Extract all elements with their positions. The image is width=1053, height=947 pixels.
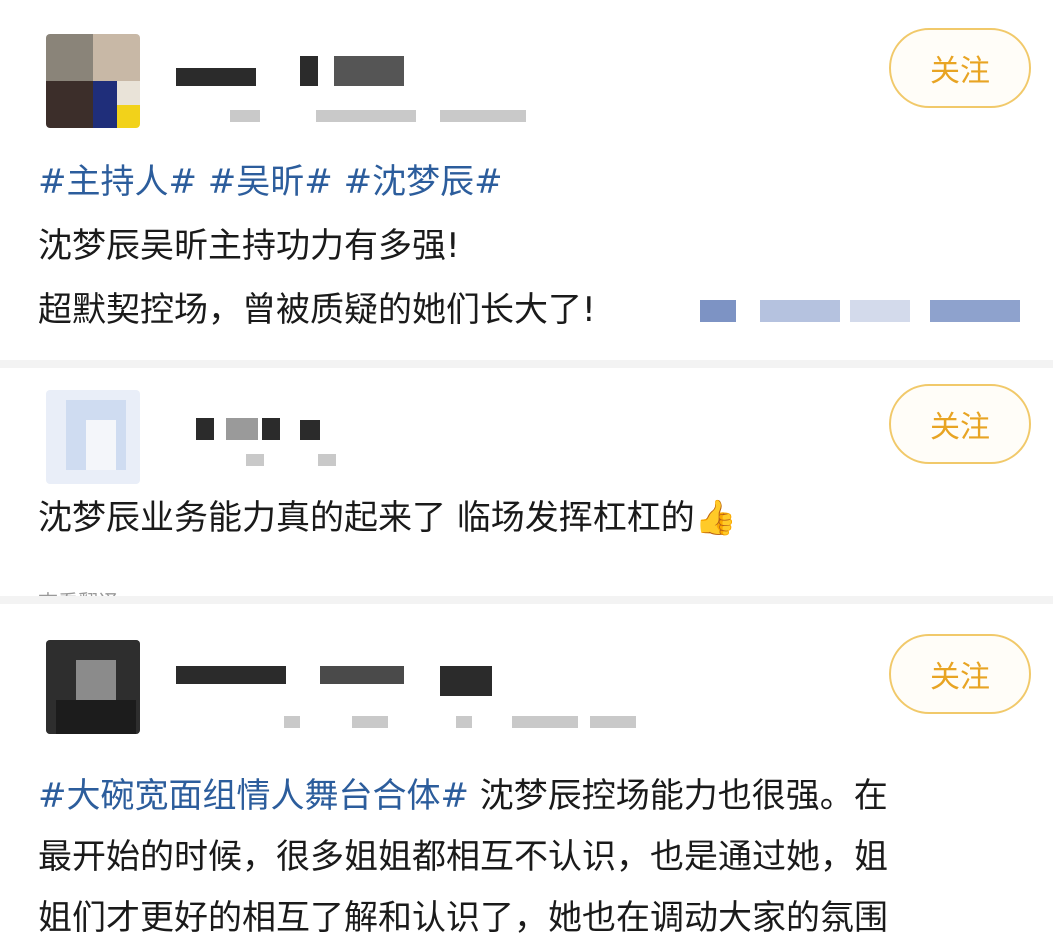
post-meta-redacted: [440, 110, 526, 122]
follow-button[interactable]: 关注: [889, 634, 1031, 714]
username-redacted[interactable]: [300, 56, 318, 86]
post-text: 姐们才更好的相互了解和认识了，她也在调动大家的氛围: [38, 898, 888, 938]
link-redacted[interactable]: [700, 300, 1030, 322]
post-meta-redacted: [316, 110, 416, 122]
post-meta-redacted: [590, 716, 636, 728]
username-redacted[interactable]: [176, 666, 286, 684]
post-2: 关注 沈梦辰业务能力真的起来了 临场发挥杠杠的👍 查看翻译: [0, 368, 1053, 596]
post-text: #大碗宽面组情人舞台合体# 沈梦辰控场能力也很强。在: [38, 776, 1033, 816]
hashtag-link[interactable]: #主持人#: [38, 162, 197, 202]
post-meta-redacted: [512, 716, 578, 728]
post-divider: [0, 596, 1053, 604]
avatar[interactable]: [46, 640, 140, 734]
post-meta-redacted: [230, 110, 260, 122]
post-1: 关注 #主持人# #吴昕# #沈梦辰# 沈梦辰吴昕主持功力有多强! 超默契控场，…: [0, 0, 1053, 360]
username-redacted[interactable]: [176, 68, 256, 86]
post-text-body: 沈梦辰业务能力真的起来了 临场发挥杠杠的: [38, 498, 695, 538]
username-redacted[interactable]: [320, 666, 404, 684]
post-divider: [0, 360, 1053, 368]
post-3: 关注 #大碗宽面组情人舞台合体# 沈梦辰控场能力也很强。在 最开始的时候，很多姐…: [0, 604, 1053, 947]
translate-link[interactable]: 查看翻译: [38, 586, 118, 596]
hashtag-link[interactable]: #大碗宽面组情人舞台合体#: [38, 776, 469, 816]
post-text: 最开始的时候，很多姐姐都相互不认识，也是通过她，姐: [38, 837, 888, 877]
thumbs-up-emoji: 👍: [694, 498, 738, 538]
username-redacted[interactable]: [262, 418, 280, 440]
hashtag-line: #主持人# #吴昕# #沈梦辰#: [38, 162, 1033, 202]
post-text: 沈梦辰业务能力真的起来了 临场发挥杠杠的👍: [38, 498, 1033, 538]
post-meta-redacted: [456, 716, 472, 728]
post-text: 沈梦辰吴昕主持功力有多强!: [38, 226, 460, 266]
username-redacted[interactable]: [226, 418, 258, 440]
post-text-body: 沈梦辰控场能力也很强。在: [479, 776, 888, 816]
post-meta-redacted: [318, 454, 336, 466]
post-meta-redacted: [284, 716, 300, 728]
avatar[interactable]: [46, 390, 140, 484]
hashtag-link[interactable]: #沈梦辰#: [344, 162, 503, 202]
username-redacted[interactable]: [334, 56, 404, 86]
avatar[interactable]: [46, 34, 140, 128]
username-redacted[interactable]: [300, 420, 320, 440]
follow-button[interactable]: 关注: [889, 384, 1031, 464]
username-redacted[interactable]: [440, 666, 492, 696]
username-redacted[interactable]: [196, 418, 214, 440]
hashtag-link[interactable]: #吴昕#: [208, 162, 333, 202]
post-meta-redacted: [246, 454, 264, 466]
follow-button[interactable]: 关注: [889, 28, 1031, 108]
post-meta-redacted: [352, 716, 388, 728]
